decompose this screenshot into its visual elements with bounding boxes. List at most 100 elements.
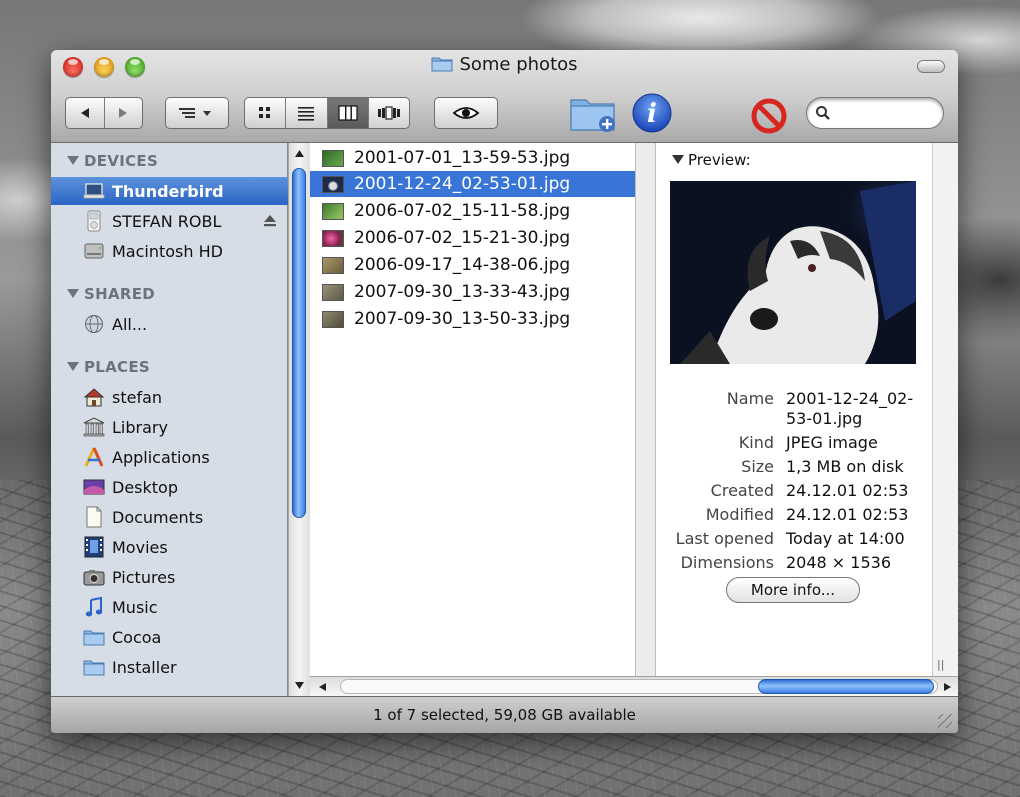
forward-button[interactable] [105, 98, 143, 128]
sidebar-item-stefan[interactable]: stefan [51, 383, 288, 411]
info-letter: i [647, 99, 657, 129]
file-name: 2006-07-02_15-21-30.jpg [354, 228, 571, 248]
sidebar-item-library[interactable]: Library [51, 413, 288, 441]
column-view-button[interactable] [327, 98, 369, 128]
search-input[interactable] [837, 104, 932, 122]
preview-column-scroll-area[interactable] [932, 143, 958, 676]
disclosure-triangle-icon [67, 156, 79, 165]
sidebar-item-stefan-robl[interactable]: STEFAN ROBL [51, 207, 288, 235]
photo-thumbnail-icon [322, 149, 344, 167]
sidebar-item-label: All... [112, 314, 148, 334]
sidebar-item-music[interactable]: Music [51, 593, 288, 621]
file-row-selected[interactable]: 2001-12-24_02-53-01.jpg [310, 171, 635, 197]
no-entry-icon[interactable] [750, 97, 788, 135]
icon-view-button[interactable] [245, 98, 287, 128]
file-name: 2007-09-30_13-33-43.jpg [354, 282, 571, 302]
laptop-icon [83, 180, 105, 202]
finder-window: Some photos i DEVICES Thunderbird STEFAN… [51, 50, 958, 733]
file-name: 2001-12-24_02-53-01.jpg [354, 174, 571, 194]
sidebar-item-installer[interactable]: Installer [51, 653, 288, 681]
sidebar-item-desktop[interactable]: Desktop [51, 473, 288, 501]
file-row[interactable]: 2007-09-30_13-50-33.jpg [310, 306, 635, 332]
sidebar-item-label: Music [112, 597, 158, 617]
sidebar-scrollbar[interactable] [288, 143, 310, 696]
list-lines-icon [298, 107, 315, 121]
icon-grid-icon [259, 107, 271, 118]
music-icon [83, 596, 105, 618]
file-row[interactable]: 2006-07-02_15-11-58.jpg [310, 198, 635, 224]
horizontal-scroll-thumb[interactable] [758, 679, 934, 694]
search-field[interactable] [806, 97, 944, 129]
sidebar-item-cocoa[interactable]: Cocoa [51, 623, 288, 651]
hard-drive-icon [83, 240, 105, 262]
photo-thumbnail-icon [322, 310, 344, 328]
sidebar-item-all[interactable]: All... [51, 310, 288, 338]
search-icon [816, 106, 830, 120]
disclosure-triangle-icon [672, 155, 684, 164]
sidebar-heading-devices[interactable]: DEVICES [67, 152, 158, 170]
sidebar-item-macintosh-hd[interactable]: Macintosh HD [51, 237, 288, 265]
disclosure-triangle-icon [67, 289, 79, 298]
sidebar-item-movies[interactable]: Movies [51, 533, 288, 561]
photo-thumbnail-icon [322, 175, 344, 193]
file-name: 2006-09-17_14-38-06.jpg [354, 255, 571, 275]
new-folder-icon[interactable] [569, 94, 617, 134]
applications-icon [83, 446, 105, 468]
sidebar-heading-places[interactable]: PLACES [67, 358, 150, 376]
photo-thumbnail-icon [322, 202, 344, 220]
sidebar-heading-shared[interactable]: SHARED [67, 285, 155, 303]
sidebar-item-label: Documents [112, 507, 204, 527]
back-button[interactable] [66, 98, 105, 128]
column-divider [636, 143, 656, 676]
coverflow-view-button[interactable] [369, 98, 409, 128]
preview-image [670, 181, 916, 364]
photo-thumbnail-icon [322, 283, 344, 301]
sidebar-item-label: Installer [112, 657, 177, 677]
scroll-up-arrow-icon[interactable] [294, 149, 305, 158]
resize-grip-icon[interactable] [938, 714, 952, 728]
status-bar: 1 of 7 selected, 59,08 GB available [51, 696, 958, 733]
file-name: 2001-07-01_13-59-53.jpg [354, 148, 571, 168]
column-resize-handle[interactable]: || [937, 658, 944, 671]
eject-icon[interactable] [262, 212, 278, 228]
toolbar-toggle-button[interactable] [917, 60, 945, 73]
forward-arrow-icon [119, 108, 128, 118]
sidebar-item-label: Applications [112, 447, 210, 467]
sidebar-item-label: STEFAN ROBL [112, 211, 222, 231]
documents-icon [83, 506, 105, 528]
scroll-left-arrow-icon[interactable] [318, 682, 328, 692]
sidebar-item-applications[interactable]: Applications [51, 443, 288, 471]
ipod-icon [83, 210, 105, 232]
action-menu-button[interactable] [165, 97, 229, 129]
photo-thumbnail-icon [322, 229, 344, 247]
list-view-button[interactable] [286, 98, 328, 128]
disclosure-triangle-icon [67, 362, 79, 371]
file-row[interactable]: 2001-07-01_13-59-53.jpg [310, 145, 635, 171]
titlebar[interactable]: Some photos i [51, 50, 958, 143]
file-row[interactable]: 2007-09-30_13-33-43.jpg [310, 279, 635, 305]
scroll-right-arrow-icon[interactable] [942, 682, 952, 692]
back-forward-segment [65, 97, 143, 129]
back-arrow-icon [80, 108, 89, 118]
sidebar-item-thunderbird[interactable]: Thunderbird [51, 177, 288, 205]
sidebar-item-documents[interactable]: Documents [51, 503, 288, 531]
more-info-button[interactable]: More info... [726, 577, 860, 603]
horizontal-scrollbar[interactable] [310, 676, 958, 696]
window-title: Some photos [459, 54, 578, 75]
eye-icon [452, 107, 480, 119]
library-icon [83, 416, 105, 438]
quick-look-button[interactable] [434, 97, 498, 129]
info-icon[interactable]: i [631, 92, 673, 134]
desktop-icon [83, 476, 105, 498]
sidebar-scroll-thumb[interactable] [292, 168, 306, 518]
file-row[interactable]: 2006-07-02_15-21-30.jpg [310, 225, 635, 251]
window-title-wrap: Some photos [51, 54, 958, 75]
sidebar-item-label: Desktop [112, 477, 178, 497]
preview-heading[interactable]: Preview: [672, 151, 751, 169]
scroll-down-arrow-icon[interactable] [294, 681, 305, 690]
sidebar-item-label: Thunderbird [112, 181, 224, 201]
file-row[interactable]: 2006-09-17_14-38-06.jpg [310, 252, 635, 278]
sidebar-item-pictures[interactable]: Pictures [51, 563, 288, 591]
sidebar-item-label: stefan [112, 387, 163, 407]
sidebar-item-label: Movies [112, 537, 168, 557]
